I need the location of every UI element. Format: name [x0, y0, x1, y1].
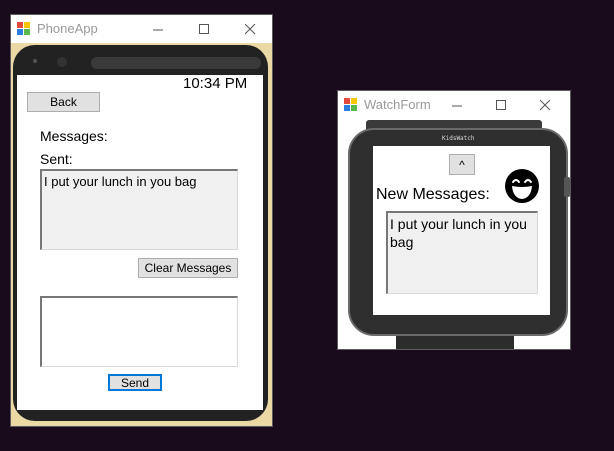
minimize-icon	[152, 29, 163, 30]
close-icon	[244, 23, 255, 34]
maximize-button[interactable]	[181, 17, 227, 41]
close-icon	[539, 99, 550, 110]
received-messages-box[interactable]: I put your lunch in you bag	[40, 169, 238, 250]
maximize-button[interactable]	[478, 93, 524, 117]
laughing-face-icon	[504, 168, 540, 204]
phone-speaker	[91, 57, 261, 69]
received-message-text: I put your lunch in you bag	[44, 174, 197, 189]
watchform-titlebar[interactable]: WatchForm	[338, 91, 570, 119]
minimize-button[interactable]	[135, 17, 181, 41]
watch-screen: ^ New Messages: I put your lunch in you …	[373, 146, 550, 315]
close-button[interactable]	[522, 93, 568, 117]
maximize-icon	[495, 99, 506, 110]
compose-message-input[interactable]	[40, 296, 238, 367]
clear-messages-button[interactable]: Clear Messages	[138, 258, 238, 278]
minimize-icon	[451, 105, 462, 106]
new-messages-label: New Messages:	[376, 186, 490, 203]
watch-message-text: I put your lunch in you bag	[390, 216, 527, 250]
watch-message-box[interactable]: I put your lunch in you bag	[386, 211, 538, 294]
minimize-button[interactable]	[434, 93, 480, 117]
watch-brand-label: KidsWatch	[442, 135, 475, 142]
phone-camera	[57, 57, 67, 67]
watch-crown	[564, 177, 570, 197]
phone-sensor	[33, 59, 37, 63]
phoneapp-titlebar[interactable]: PhoneApp	[11, 15, 272, 43]
send-button[interactable]: Send	[108, 374, 162, 391]
sent-label: Sent:	[40, 151, 73, 167]
back-button[interactable]: Back	[27, 92, 100, 112]
window-title: WatchForm	[364, 97, 431, 112]
app-icon	[17, 22, 31, 36]
phone-screen: 10:34 PM Back Messages: Sent: I put your…	[17, 75, 263, 410]
watchform-window: WatchForm KidsWatch ^ New Messages: I pu…	[337, 90, 571, 350]
window-title: PhoneApp	[37, 21, 98, 36]
messages-label: Messages:	[40, 128, 108, 144]
close-button[interactable]	[227, 17, 273, 41]
clock-label: 10:34 PM	[183, 75, 248, 92]
maximize-icon	[198, 23, 209, 34]
scroll-up-button[interactable]: ^	[449, 154, 475, 175]
phoneapp-window: PhoneApp 10:34 PM Back Messages: Sent: I…	[10, 14, 273, 427]
app-icon	[344, 98, 358, 112]
